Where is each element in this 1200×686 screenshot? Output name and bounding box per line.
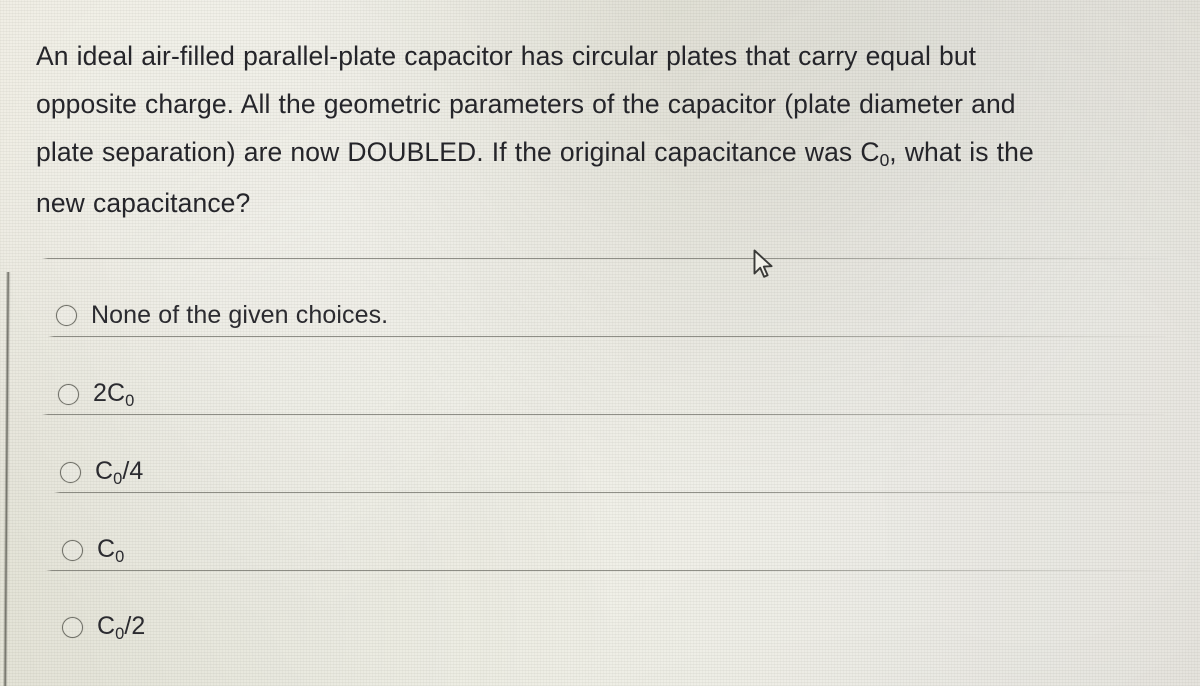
question-line-3-part-b: , what is the bbox=[889, 137, 1034, 167]
subscript-zero: 0 bbox=[113, 469, 123, 488]
radio-button-c0-over-4[interactable] bbox=[60, 462, 81, 483]
choice-divider bbox=[48, 336, 1166, 337]
choice-label-c0-over-2: C0/2 bbox=[97, 612, 146, 643]
choice-row[interactable]: None of the given choices. bbox=[56, 300, 388, 330]
choice-divider bbox=[46, 570, 1164, 571]
subscript-zero: 0 bbox=[125, 391, 135, 410]
choice-row[interactable]: C0/2 bbox=[62, 611, 145, 644]
answer-choice-c0-over-2[interactable]: C0/2 bbox=[0, 570, 1200, 648]
answer-choice-c0[interactable]: C0 bbox=[0, 492, 1200, 570]
question-line-1: An ideal air-filled parallel-plate capac… bbox=[36, 41, 977, 71]
choice-label-2c0: 2C0 bbox=[93, 379, 135, 410]
choice-label-c0: C0 bbox=[97, 535, 125, 566]
choice-divider bbox=[54, 492, 1166, 493]
choice-label-c0-over-4: C0/4 bbox=[95, 457, 144, 488]
radio-button-c0-over-2[interactable] bbox=[62, 617, 83, 638]
question-line-3-part-a: plate separation) are now DOUBLED. If th… bbox=[36, 137, 880, 167]
choice-divider bbox=[42, 414, 1164, 415]
capacitance-subscript: 0 bbox=[879, 150, 890, 171]
question-line-2: opposite charge. All the geometric param… bbox=[36, 89, 1016, 119]
subscript-zero: 0 bbox=[115, 624, 125, 643]
subscript-zero: 0 bbox=[115, 547, 125, 566]
choice-label-none: None of the given choices. bbox=[91, 301, 389, 329]
radio-button-none[interactable] bbox=[56, 304, 77, 326]
answer-choice-none[interactable]: None of the given choices. bbox=[0, 258, 1200, 336]
choice-row[interactable]: 2C0 bbox=[58, 378, 134, 411]
choice-divider bbox=[42, 258, 1168, 259]
question-screenshot: An ideal air-filled parallel-plate capac… bbox=[0, 0, 1200, 686]
answer-choice-c0-over-4[interactable]: C0/4 bbox=[0, 414, 1200, 492]
answer-choice-2c0[interactable]: 2C0 bbox=[0, 336, 1200, 414]
question-text: An ideal air-filled parallel-plate capac… bbox=[36, 33, 1154, 224]
answer-choice-list: None of the given choices. 2C0 C0/4 C0 C… bbox=[0, 258, 1200, 648]
radio-button-c0[interactable] bbox=[62, 540, 83, 561]
radio-button-2c0[interactable] bbox=[58, 384, 79, 405]
choice-row[interactable]: C0/4 bbox=[60, 456, 143, 489]
question-line-4: new capacitance? bbox=[36, 188, 251, 218]
question-line-3: plate separation) are now DOUBLED. If th… bbox=[36, 129, 1154, 179]
choice-row[interactable]: C0 bbox=[62, 534, 124, 567]
